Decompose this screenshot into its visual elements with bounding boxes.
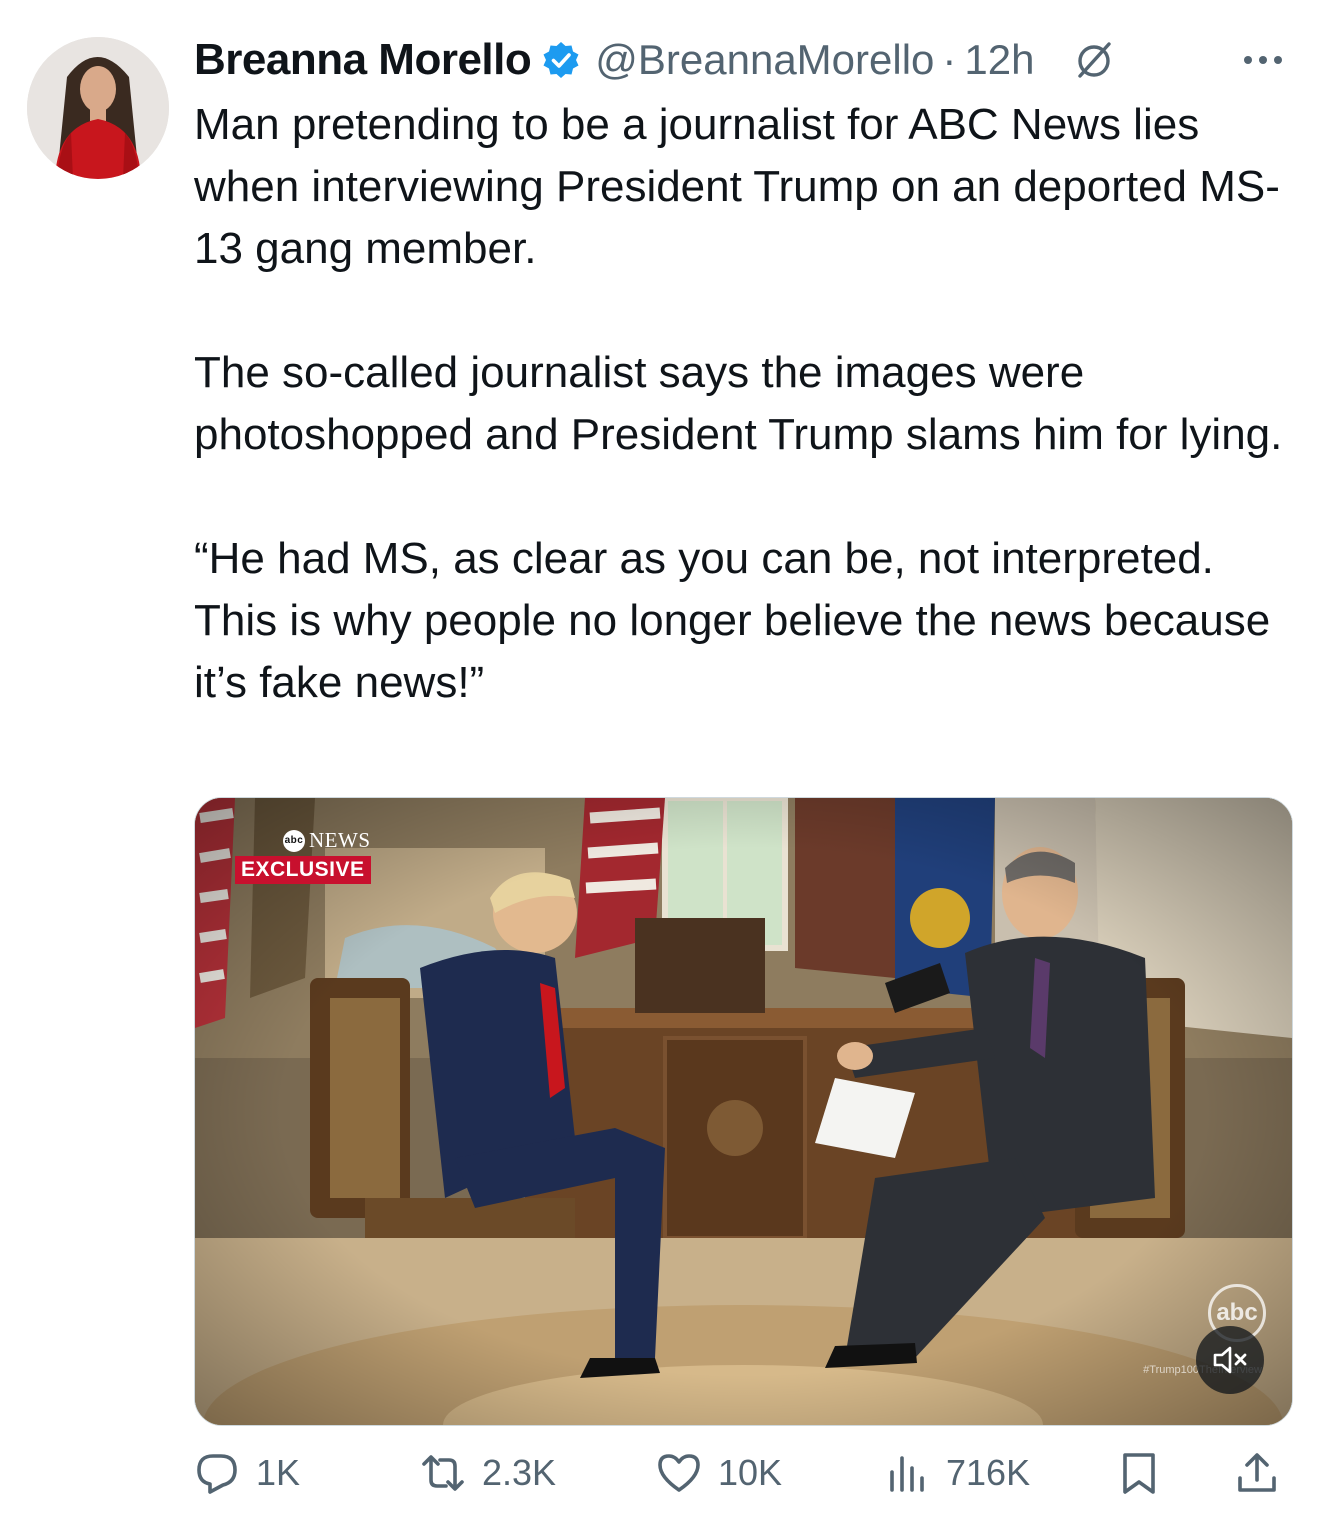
avatar-photo bbox=[27, 37, 169, 179]
views-button[interactable]: 716K bbox=[884, 1448, 1030, 1498]
author-handle[interactable]: @BreannaMorello bbox=[595, 36, 934, 84]
post-time[interactable]: 12h bbox=[964, 36, 1034, 84]
like-button[interactable]: 10K bbox=[656, 1448, 782, 1498]
repost-count: 2.3K bbox=[482, 1452, 557, 1493]
more-options-icon[interactable] bbox=[1244, 56, 1290, 64]
reply-button[interactable]: 1K bbox=[194, 1448, 300, 1498]
author-avatar[interactable] bbox=[27, 37, 169, 179]
action-bar: 1K 2.3K 10K 716K bbox=[194, 1448, 1284, 1498]
post-text: Man pretending to be a journalist for AB… bbox=[194, 94, 1304, 714]
share-icon bbox=[1238, 1453, 1276, 1492]
post-paragraph-3: “He had MS, as clear as you can be, not … bbox=[194, 534, 1271, 707]
views-chart-icon bbox=[890, 1456, 924, 1492]
post-header: Breanna Morello @BreannaMorello · 12h bbox=[194, 30, 1290, 90]
reply-count: 1K bbox=[256, 1452, 301, 1493]
separator-dot: · bbox=[942, 36, 957, 83]
like-count: 10K bbox=[718, 1452, 783, 1493]
heart-icon bbox=[658, 1454, 700, 1492]
bookmark-button[interactable] bbox=[1116, 1448, 1162, 1498]
mute-button[interactable] bbox=[1196, 1326, 1264, 1394]
repost-button[interactable]: 2.3K bbox=[420, 1448, 556, 1498]
speaker-muted-icon bbox=[1213, 1346, 1247, 1374]
share-button[interactable] bbox=[1234, 1448, 1280, 1498]
video-player[interactable]: abc NEWS EXCLUSIVE abc #Trump100TheInter… bbox=[194, 797, 1293, 1426]
view-count: 716K bbox=[946, 1452, 1031, 1493]
post-paragraph-2: The so-called journalist says the images… bbox=[194, 348, 1283, 459]
badge-news-label: NEWS bbox=[309, 828, 371, 852]
badge-exclusive-label: EXCLUSIVE bbox=[235, 856, 371, 884]
video-frame bbox=[195, 798, 1292, 1425]
repost-icon bbox=[422, 1455, 464, 1491]
abc-logo-icon: abc bbox=[283, 829, 305, 852]
author-name[interactable]: Breanna Morello bbox=[194, 35, 532, 85]
abc-news-exclusive-badge: abc NEWS EXCLUSIVE bbox=[235, 828, 371, 884]
verified-badge-icon bbox=[543, 42, 579, 78]
post-paragraph-1: Man pretending to be a journalist for AB… bbox=[194, 100, 1280, 273]
reply-icon bbox=[197, 1454, 237, 1494]
grok-icon[interactable] bbox=[1072, 38, 1116, 82]
bookmark-icon bbox=[1123, 1453, 1155, 1494]
